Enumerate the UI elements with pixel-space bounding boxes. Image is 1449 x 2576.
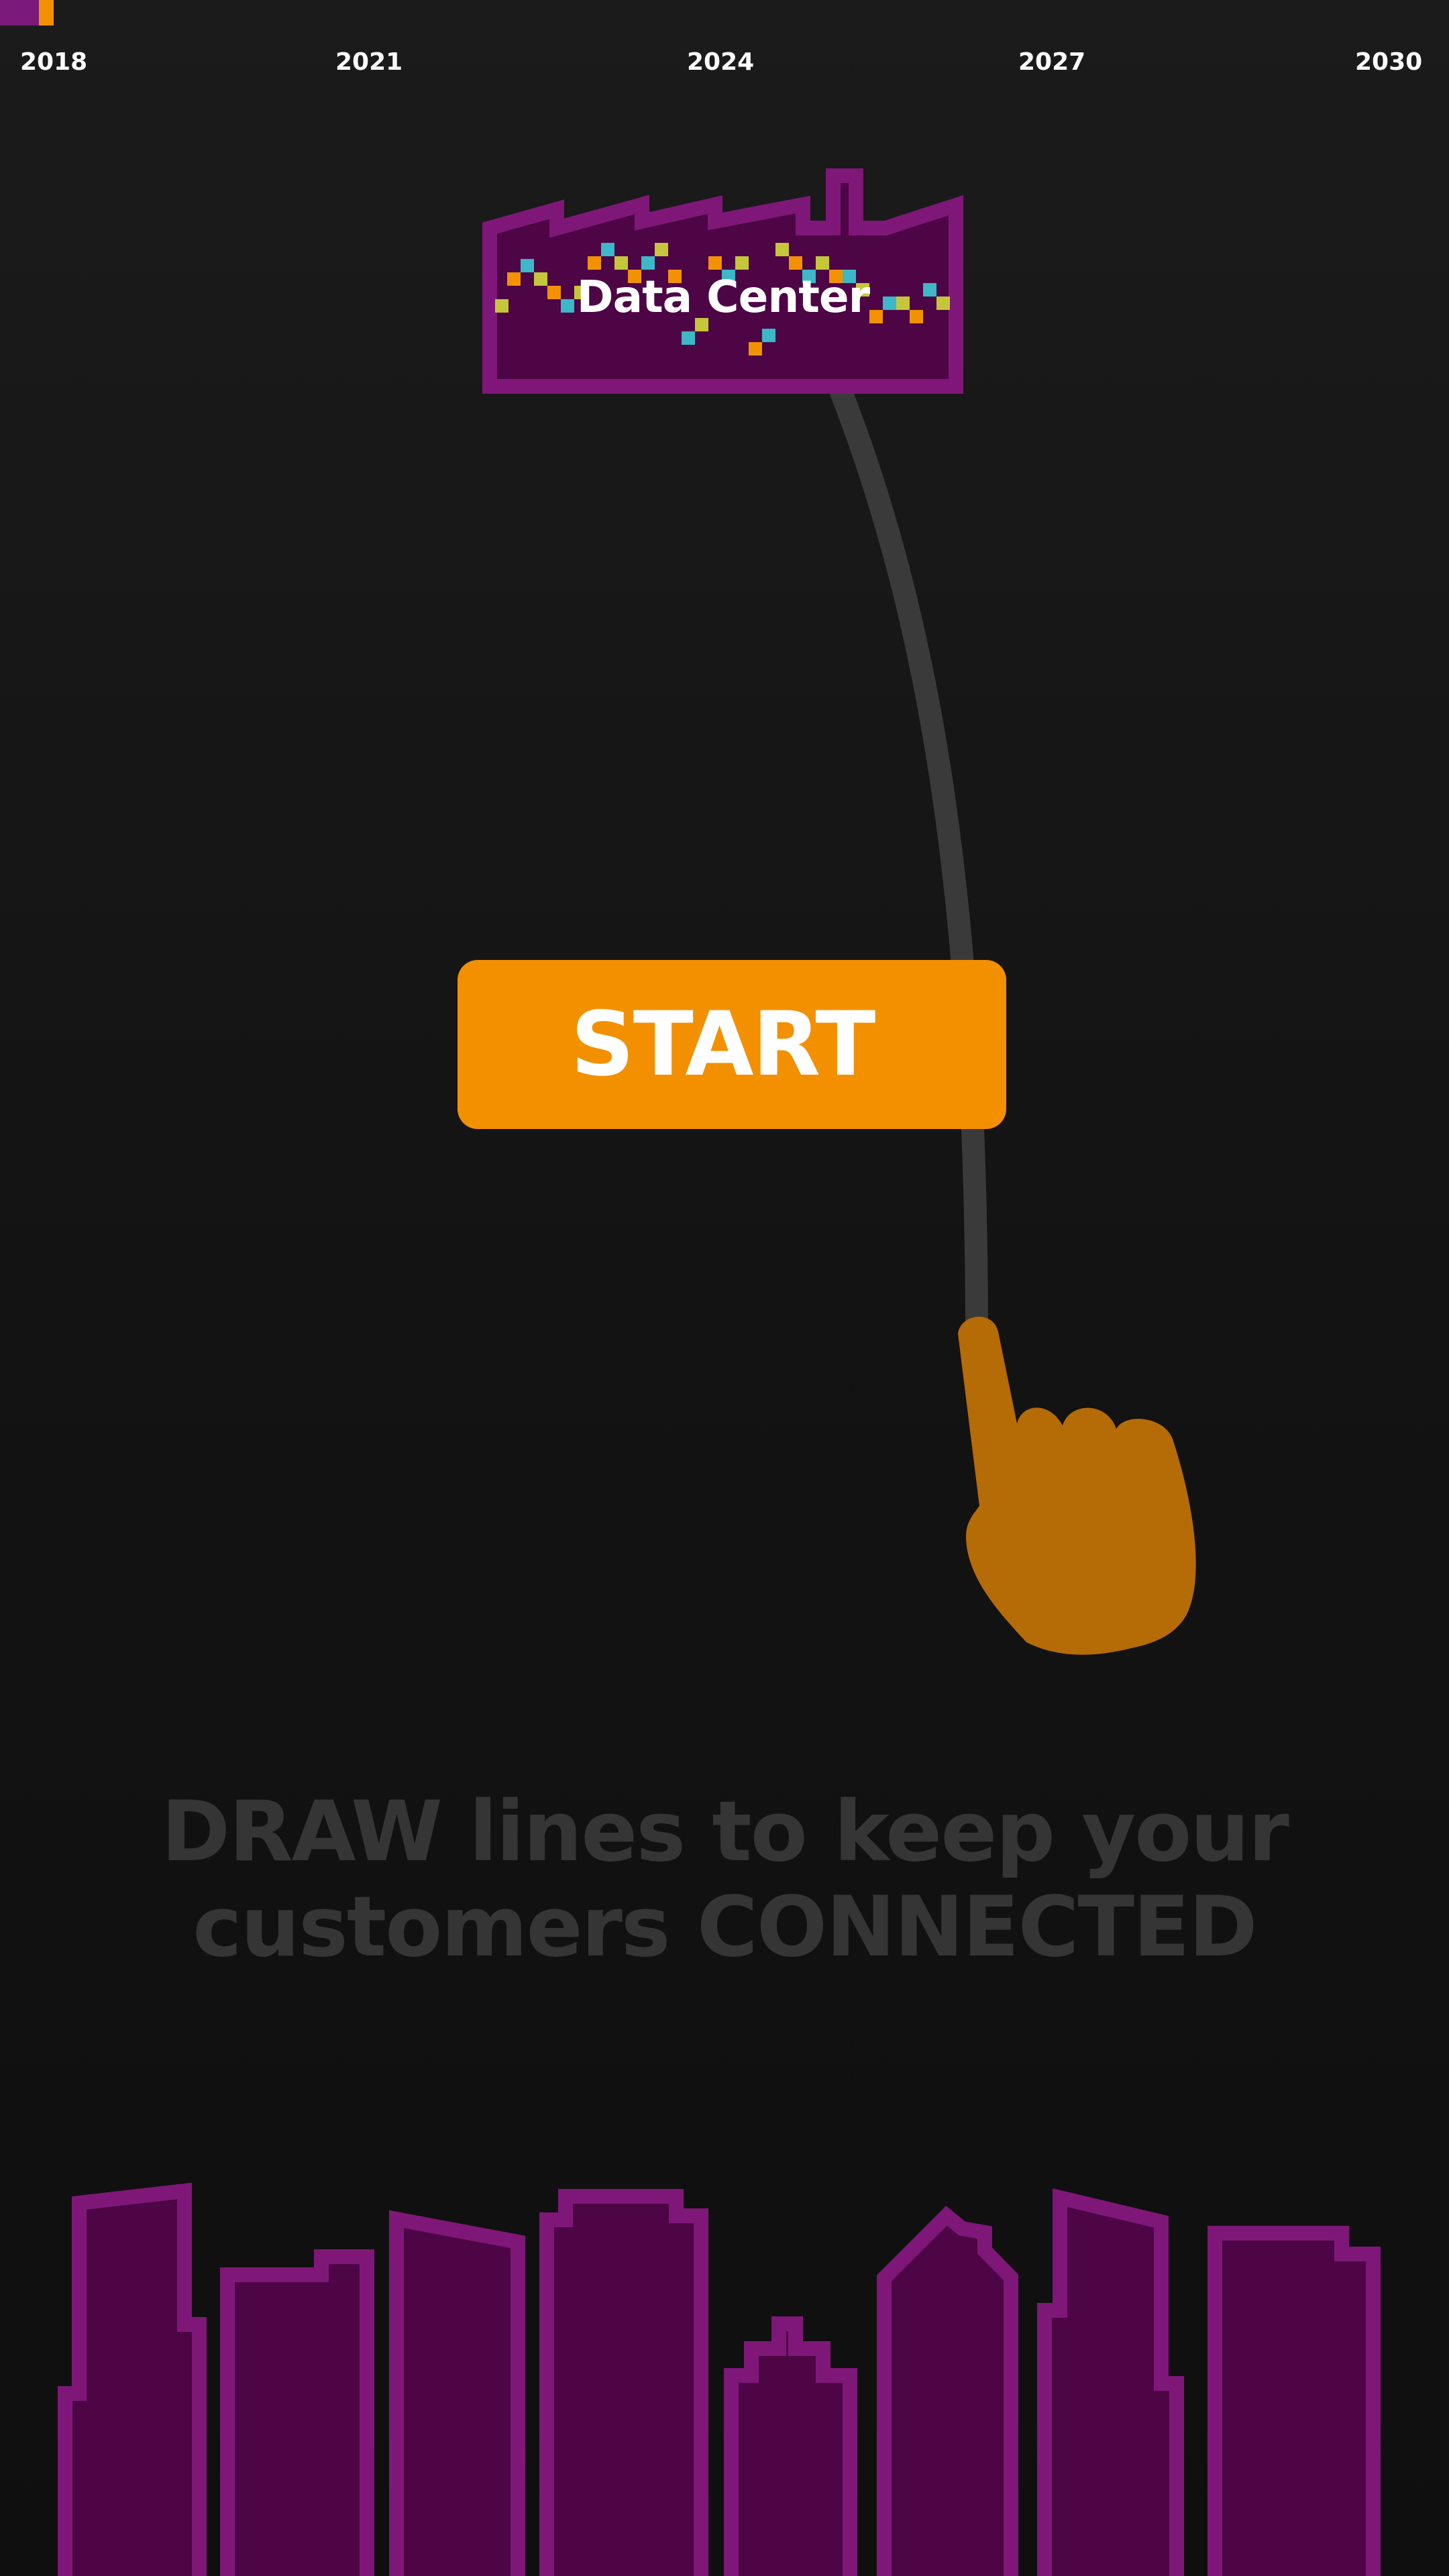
game-scene — [58, 168, 1381, 2576]
instructions-text: DRAW lines to keep your customers CONNEC… — [0, 1784, 1449, 1975]
pointing-hand-icon — [958, 1316, 1196, 1655]
instructions-line-1: DRAW lines to keep your — [161, 1784, 1289, 1880]
start-button[interactable]: START — [458, 960, 1006, 1129]
instructions-line-2: customers CONNECTED — [193, 1879, 1257, 1976]
data-center-label: Data Center — [576, 271, 870, 323]
start-button-label: START — [570, 993, 876, 1096]
connection-line — [830, 381, 988, 1343]
city-skyline-icon — [58, 2182, 1381, 2576]
